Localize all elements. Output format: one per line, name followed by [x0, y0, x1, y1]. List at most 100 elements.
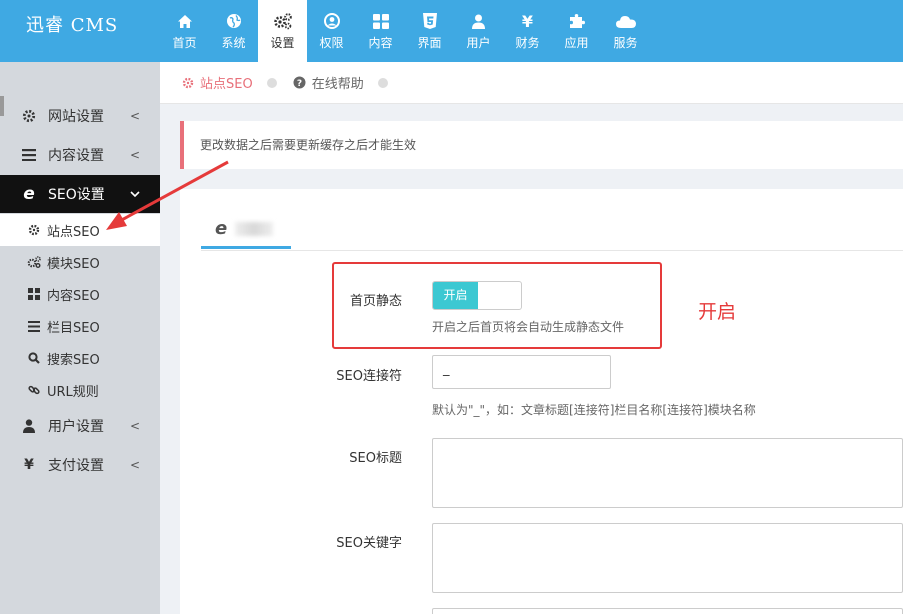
globe-icon: [226, 11, 242, 31]
yen-icon: ¥: [24, 457, 34, 473]
sidebar-subitem-search-seo[interactable]: 搜索SEO: [0, 342, 160, 374]
sidebar-subitem-label: 内容SEO: [47, 288, 100, 304]
breadcrumb-separator: [377, 77, 388, 88]
puzzle-icon: [569, 11, 585, 31]
user-circle-icon: [323, 11, 340, 31]
sidebar-item-label: 内容设置: [48, 148, 104, 164]
seo-keywords-textarea[interactable]: [432, 523, 903, 593]
home-icon: [177, 11, 193, 31]
topnav-users[interactable]: 用户: [454, 0, 503, 62]
seo-description-textarea[interactable]: [432, 608, 903, 614]
sidebar-item-label: SEO设置: [48, 187, 105, 203]
chevron-left-icon: <: [129, 458, 140, 472]
gear-icon: [27, 224, 41, 236]
html5-icon: [422, 11, 437, 31]
topnav-content[interactable]: 内容: [356, 0, 405, 62]
sidebar-item-payment-settings[interactable]: ¥ 支付设置 <: [0, 446, 160, 484]
sidebar-subitem-label: 模块SEO: [47, 256, 100, 272]
tab-seo[interactable]: e: [201, 211, 291, 249]
chevron-left-icon: <: [129, 419, 140, 433]
sidebar-subitem-label: 搜索SEO: [47, 352, 100, 368]
topnav-services[interactable]: 服务: [601, 0, 650, 62]
yen-icon: ¥: [521, 11, 534, 31]
sidebar-item-label: 网站设置: [48, 109, 104, 125]
sidebar: 网站设置 < 内容设置 < e SEO设置 站点SEO 模块SEO 内容SEO: [0, 62, 160, 614]
sidebar-subitem-category-seo[interactable]: 栏目SEO: [0, 310, 160, 342]
chevron-down-icon: [130, 187, 140, 201]
user-icon: [20, 419, 38, 433]
sidebar-subitem-site-seo[interactable]: 站点SEO: [0, 214, 160, 246]
bars-icon: [20, 149, 38, 161]
topnav-label: 界面: [417, 36, 442, 50]
grid-icon: [27, 288, 41, 300]
topnav-apps[interactable]: 应用: [552, 0, 601, 62]
topnav-label: 首页: [172, 36, 197, 50]
ie-icon: e: [23, 184, 35, 204]
sidebar-subitem-label: 站点SEO: [47, 224, 100, 240]
topnav-label: 内容: [368, 36, 393, 50]
topnav-label: 系统: [221, 36, 246, 50]
sidebar-item-label: 用户设置: [48, 419, 104, 435]
topnav-home[interactable]: 首页: [160, 0, 209, 62]
search-icon: [27, 352, 41, 364]
breadcrumb-online-help[interactable]: ? 在线帮助: [293, 73, 364, 92]
seo-keywords-label: SEO关键字: [336, 536, 402, 551]
svg-text:?: ?: [297, 79, 302, 89]
static-homepage-label: 首页静态: [349, 294, 402, 309]
top-navbar: 迅睿 CMS 首页 系统 设置 权限 内容 界面 用户 ¥ 财务 应用 服务: [0, 0, 903, 62]
gear-icon: [182, 77, 194, 89]
tab-label-blurred: [235, 221, 274, 236]
sidebar-item-user-settings[interactable]: 用户设置 <: [0, 407, 160, 445]
tab-divider: [201, 250, 903, 251]
gears-icon: [27, 256, 41, 268]
topnav-label: 权限: [319, 36, 344, 50]
seo-title-label: SEO标题: [349, 451, 402, 466]
toggle-on-label: 开启: [433, 282, 478, 309]
sidebar-subitem-module-seo[interactable]: 模块SEO: [0, 246, 160, 278]
static-homepage-toggle[interactable]: 开启: [432, 281, 522, 310]
sidebar-item-seo-settings[interactable]: e SEO设置: [0, 175, 160, 213]
static-homepage-help: 开启之后首页将会自动生成静态文件: [432, 320, 625, 334]
gear-icon: [20, 109, 38, 123]
gears-icon: [273, 11, 293, 31]
sidebar-item-site-settings[interactable]: 网站设置 <: [0, 97, 160, 135]
sidebar-item-content-settings[interactable]: 内容设置 <: [0, 136, 160, 174]
seo-connector-help: 默认为"_"，如：文章标题[连接符]栏目名称[连接符]模块名称: [432, 403, 756, 417]
seo-connector-input[interactable]: _: [432, 355, 611, 389]
sidebar-subitem-content-seo[interactable]: 内容SEO: [0, 278, 160, 310]
question-icon: ?: [293, 76, 306, 89]
chevron-left-icon: <: [129, 148, 140, 162]
sidebar-subitem-label: 栏目SEO: [47, 320, 100, 336]
topnav-label: 服务: [613, 36, 638, 50]
topnav-label: 用户: [466, 36, 491, 50]
sidebar-item-label: 支付设置: [48, 458, 104, 474]
topnav-system[interactable]: 系统: [209, 0, 258, 62]
sidebar-subitem-url-rules[interactable]: URL规则: [0, 374, 160, 406]
app-logo[interactable]: 迅睿 CMS: [0, 0, 160, 62]
breadcrumb-label: 在线帮助: [311, 77, 364, 92]
user-icon: [472, 11, 485, 31]
ie-icon: e: [215, 218, 228, 239]
breadcrumb-separator: [266, 77, 277, 88]
topnav-label: 设置: [270, 36, 295, 50]
link-icon: [27, 384, 41, 396]
grid-icon: [372, 11, 389, 31]
chevron-left-icon: <: [129, 109, 140, 123]
cloud-icon: [615, 11, 636, 31]
breadcrumb-label: 站点SEO: [200, 77, 253, 92]
list-icon: [27, 320, 41, 332]
top-nav-menu: 首页 系统 设置 权限 内容 界面 用户 ¥ 财务 应用 服务: [160, 0, 650, 62]
topnav-label: 应用: [564, 36, 589, 50]
topnav-settings[interactable]: 设置: [258, 0, 307, 62]
annotation-label: 开启: [698, 301, 737, 323]
topnav-finance[interactable]: ¥ 财务: [503, 0, 552, 62]
cache-notice: 更改数据之后需要更新缓存之后才能生效: [180, 121, 903, 169]
topnav-label: 财务: [515, 36, 540, 50]
topnav-permissions[interactable]: 权限: [307, 0, 356, 62]
topnav-interface[interactable]: 界面: [405, 0, 454, 62]
breadcrumb: 站点SEO ? 在线帮助: [160, 62, 903, 104]
seo-title-textarea[interactable]: [432, 438, 903, 508]
breadcrumb-site-seo[interactable]: 站点SEO: [182, 73, 253, 92]
seo-connector-label: SEO连接符: [336, 369, 402, 384]
sidebar-subitem-label: URL规则: [47, 384, 99, 400]
